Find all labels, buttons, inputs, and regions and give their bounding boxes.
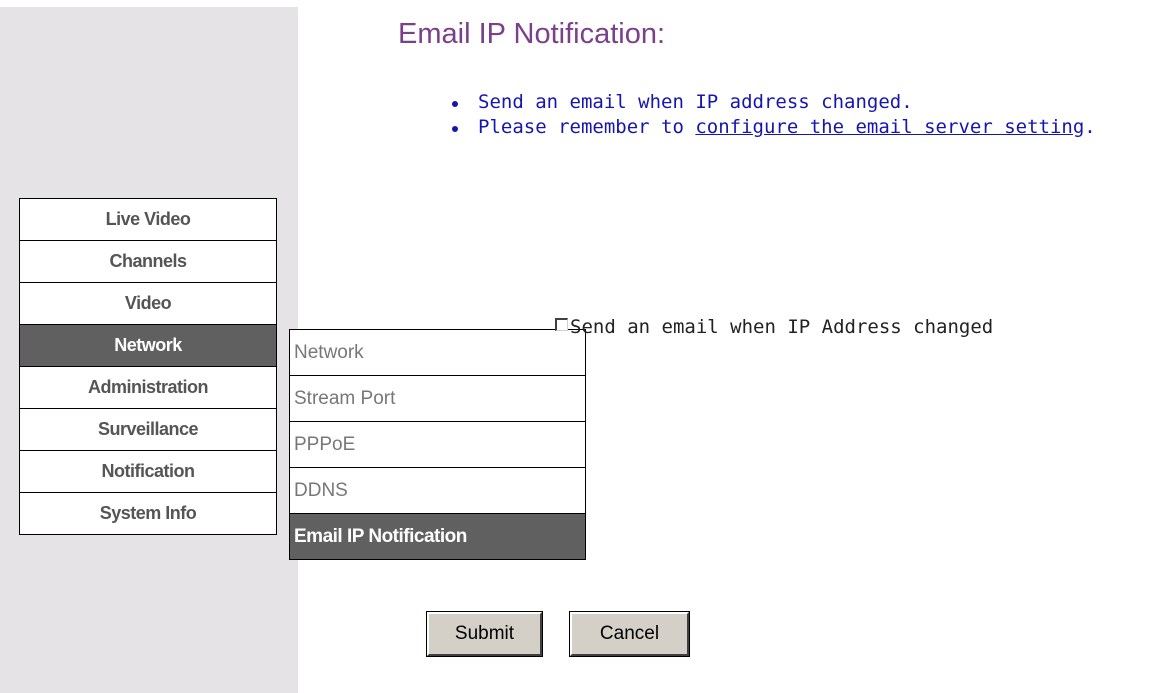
info-list: Send an email when IP address changed. P…: [430, 90, 1096, 140]
submenu-item-ddns[interactable]: DDNS: [290, 468, 585, 514]
email-option-row: Send an email when IP Address changed: [555, 316, 993, 338]
menu-item-live-video[interactable]: Live Video: [20, 199, 276, 241]
email-notification-checkbox[interactable]: [555, 317, 568, 331]
page-title: Email IP Notification:: [398, 18, 666, 50]
bullet-icon: [452, 101, 458, 107]
submenu-item-stream-port[interactable]: Stream Port: [290, 376, 585, 422]
info-text-reminder: Please remember to: [478, 116, 696, 138]
menu-item-video[interactable]: Video: [20, 283, 276, 325]
submenu-item-email-ip-notification[interactable]: Email IP Notification: [290, 514, 585, 559]
network-submenu: Network Stream Port PPPoE DDNS Email IP …: [289, 329, 586, 560]
menu-item-administration[interactable]: Administration: [20, 367, 276, 409]
info-item: Please remember to configure the email s…: [430, 115, 1096, 140]
main-menu: Live Video Channels Video Network Admini…: [19, 198, 277, 535]
menu-item-channels[interactable]: Channels: [20, 241, 276, 283]
submenu-item-pppoe[interactable]: PPPoE: [290, 422, 585, 468]
info-item: Send an email when IP address changed.: [430, 90, 1096, 115]
info-text-period: .: [1084, 116, 1096, 138]
info-text-ip-changed: Send an email when IP address changed.: [478, 91, 913, 113]
menu-item-system-info[interactable]: System Info: [20, 493, 276, 534]
email-server-setting-link[interactable]: configure the email server setting: [695, 116, 1084, 138]
menu-item-network[interactable]: Network: [20, 325, 276, 367]
menu-item-notification[interactable]: Notification: [20, 451, 276, 493]
submit-button[interactable]: Submit: [426, 611, 543, 657]
bullet-icon: [452, 126, 458, 132]
submenu-item-network[interactable]: Network: [290, 330, 585, 376]
email-notification-label: Send an email when IP Address changed: [570, 316, 994, 338]
cancel-button[interactable]: Cancel: [569, 611, 690, 657]
menu-item-surveillance[interactable]: Surveillance: [20, 409, 276, 451]
